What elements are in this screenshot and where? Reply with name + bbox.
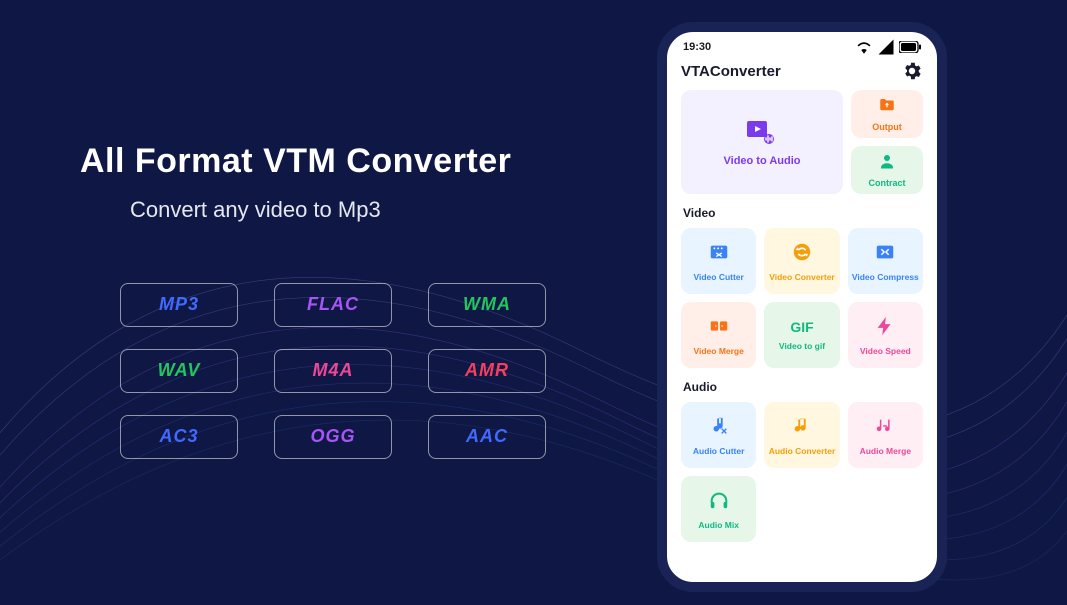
contract-card[interactable]: Contract bbox=[851, 146, 923, 194]
format-chip-m4a: M4A bbox=[274, 349, 392, 393]
video-cutter-tile[interactable]: Video Cutter bbox=[681, 228, 756, 294]
video-audio-icon bbox=[745, 117, 779, 147]
app-title: VTAConverter bbox=[681, 63, 781, 80]
output-card[interactable]: Output bbox=[851, 90, 923, 138]
format-chip-wma: WMA bbox=[428, 283, 546, 327]
audio-grid: Audio CutterAudio ConverterAudio Merge Au… bbox=[681, 402, 923, 542]
audio-merge-tile[interactable]: Audio Merge bbox=[848, 402, 923, 468]
gif-icon: GIF bbox=[790, 319, 813, 337]
folder-icon bbox=[878, 96, 896, 119]
format-chip-mp3: MP3 bbox=[120, 283, 238, 327]
compress-icon bbox=[874, 241, 896, 268]
merge-icon bbox=[708, 315, 730, 342]
format-chip-amr: AMR bbox=[428, 349, 546, 393]
format-chip-ogg: OGG bbox=[274, 415, 392, 459]
person-icon bbox=[878, 152, 896, 175]
headphone-icon bbox=[708, 489, 730, 516]
video-to-audio-card[interactable]: Video to Audio bbox=[681, 90, 843, 194]
cut-icon bbox=[708, 241, 730, 268]
video-merge-tile[interactable]: Video Merge bbox=[681, 302, 756, 368]
audioconv-icon bbox=[791, 415, 813, 442]
video-compress-tile[interactable]: Video Compress bbox=[848, 228, 923, 294]
audio-mix-tile[interactable]: Audio Mix bbox=[681, 476, 756, 542]
status-bar: 19:30 bbox=[667, 32, 937, 58]
wifi-icon bbox=[855, 38, 873, 56]
status-icons bbox=[855, 38, 921, 56]
format-chip-aac: AAC bbox=[428, 415, 546, 459]
video-speed-tile[interactable]: Video Speed bbox=[848, 302, 923, 368]
video-grid: Video CutterVideo ConverterVideo Compres… bbox=[681, 228, 923, 368]
audiocut-icon bbox=[708, 415, 730, 442]
format-chip-wav: WAV bbox=[120, 349, 238, 393]
signal-icon bbox=[877, 38, 895, 56]
battery-icon bbox=[899, 41, 921, 53]
status-time: 19:30 bbox=[683, 41, 711, 53]
section-title-audio: Audio bbox=[683, 380, 923, 394]
video-to-gif-tile[interactable]: GIFVideo to gif bbox=[764, 302, 839, 368]
promo-subtitle: Convert any video to Mp3 bbox=[80, 197, 617, 223]
format-chip-flac: FLAC bbox=[274, 283, 392, 327]
convert-icon bbox=[791, 241, 813, 268]
speed-icon bbox=[874, 315, 896, 342]
format-chip-ac3: AC3 bbox=[120, 415, 238, 459]
phone-mockup: 19:30 VTAConverter bbox=[657, 22, 947, 592]
audiomerge-icon bbox=[874, 415, 896, 442]
format-chips: MP3 FLAC WMA WAV M4A AMR AC3 OGG AAC bbox=[80, 283, 617, 459]
section-title-video: Video bbox=[683, 206, 923, 220]
promo-title: All Format VTM Converter bbox=[80, 142, 617, 181]
audio-cutter-tile[interactable]: Audio Cutter bbox=[681, 402, 756, 468]
video-converter-tile[interactable]: Video Converter bbox=[764, 228, 839, 294]
audio-converter-tile[interactable]: Audio Converter bbox=[764, 402, 839, 468]
gear-icon[interactable] bbox=[901, 60, 923, 82]
